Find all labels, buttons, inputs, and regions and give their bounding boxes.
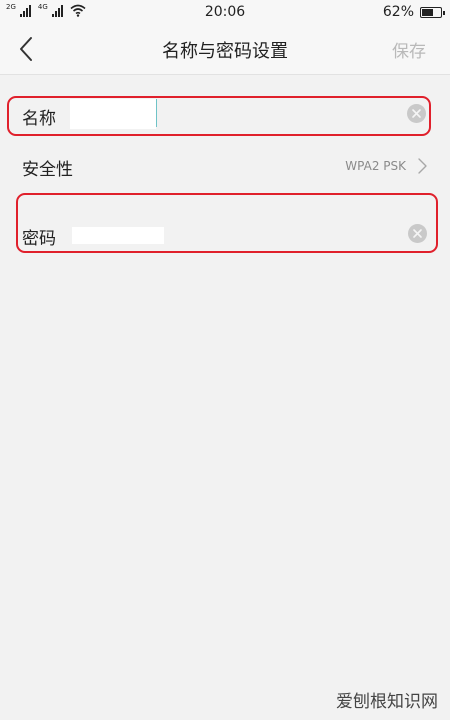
status-bar: 2G 4G 20:06 62% bbox=[0, 0, 450, 24]
text-caret bbox=[156, 99, 157, 127]
name-clear-button[interactable] bbox=[407, 104, 426, 123]
password-clear-button[interactable] bbox=[408, 224, 427, 243]
save-button[interactable]: 保存 bbox=[392, 37, 426, 62]
chevron-left-icon bbox=[20, 37, 32, 61]
security-value: WPA2 PSK bbox=[345, 159, 406, 173]
settings-form: 名称 安全性 WPA2 PSK 密码 爱刨根知识网 bbox=[0, 75, 450, 720]
name-row: 名称 bbox=[0, 95, 450, 135]
security-label: 安全性 bbox=[22, 160, 73, 180]
password-row: 密码 bbox=[0, 215, 450, 255]
name-input[interactable] bbox=[70, 99, 156, 129]
name-label: 名称 bbox=[22, 109, 56, 129]
clear-circle-icon bbox=[412, 109, 421, 118]
clear-circle-icon bbox=[413, 229, 422, 238]
page-title: 名称与密码设置 bbox=[162, 41, 288, 62]
password-input[interactable] bbox=[72, 227, 164, 244]
chevron-right-icon bbox=[418, 158, 427, 174]
password-label: 密码 bbox=[22, 229, 56, 249]
battery-area: 62% bbox=[382, 4, 445, 20]
battery-icon bbox=[420, 6, 445, 18]
security-row[interactable]: 安全性 WPA2 PSK bbox=[0, 147, 450, 187]
back-button[interactable] bbox=[12, 34, 42, 64]
watermark: 爱刨根知识网 bbox=[336, 692, 438, 712]
battery-percent: 62% bbox=[382, 4, 414, 20]
navigation-bar: 名称与密码设置 保存 bbox=[0, 24, 450, 75]
